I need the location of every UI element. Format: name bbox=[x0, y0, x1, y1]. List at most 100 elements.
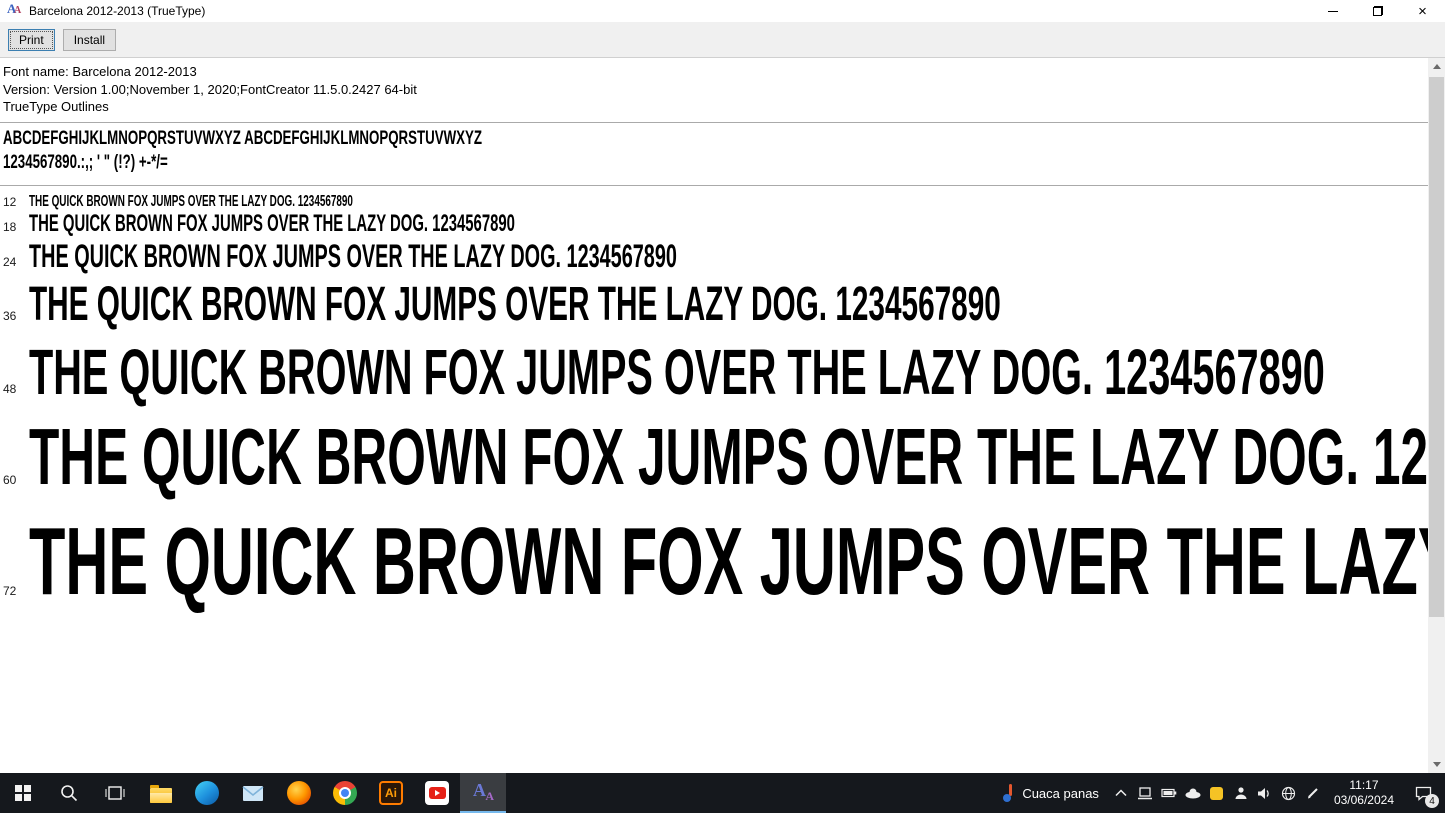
taskbar-app-file-explorer[interactable] bbox=[138, 773, 184, 813]
network-globe-icon bbox=[1281, 786, 1296, 801]
thermometer-icon bbox=[1003, 784, 1015, 802]
sample-size-label: 60 bbox=[3, 473, 29, 487]
firefox-icon bbox=[287, 781, 311, 805]
sample-text: THE QUICK BROWN FOX JUMPS OVER THE LAZY … bbox=[29, 193, 353, 211]
scroll-up-button[interactable] bbox=[1428, 58, 1445, 75]
vertical-scrollbar[interactable] bbox=[1428, 58, 1445, 773]
sample-text: THE QUICK BROWN FOX JUMPS OVER THE LAZY … bbox=[29, 239, 677, 274]
laptop-icon bbox=[1137, 787, 1153, 800]
sample-size-label: 48 bbox=[3, 382, 29, 396]
mail-icon bbox=[242, 785, 264, 802]
window-title: Barcelona 2012-2013 (TrueType) bbox=[29, 4, 205, 18]
tray-battery-icon[interactable] bbox=[1157, 773, 1181, 813]
clock-date: 03/06/2024 bbox=[1334, 793, 1394, 808]
tray-network-button[interactable] bbox=[1277, 773, 1301, 813]
sample-text: THE QUICK BROWN FOX JUMPS OVER THE LAZY … bbox=[29, 278, 1001, 331]
sample-row-24: 24 THE QUICK BROWN FOX JUMPS OVER THE LA… bbox=[3, 239, 1428, 274]
font-preview-area: Font name: Barcelona 2012-2013 Version: … bbox=[0, 58, 1428, 773]
clock-time: 11:17 bbox=[1349, 778, 1378, 793]
taskbar-app-youtube[interactable] bbox=[414, 773, 460, 813]
tray-contacts-icon[interactable] bbox=[1229, 773, 1253, 813]
sample-text: THE QUICK BROWN FOX JUMPS OVER THE LAZY … bbox=[29, 211, 515, 237]
weather-label: Cuaca panas bbox=[1022, 786, 1099, 801]
illustrator-icon: Ai bbox=[379, 781, 403, 805]
taskbar-app-edge[interactable] bbox=[184, 773, 230, 813]
taskbar-app-font-viewer-active[interactable]: AA bbox=[460, 773, 506, 813]
taskbar-clock[interactable]: 11:17 03/06/2024 bbox=[1325, 773, 1403, 813]
font-viewer-icon: AA bbox=[471, 780, 495, 804]
sample-text: THE QUICK BROWN FOX JUMPS OVER THE LAZY … bbox=[29, 413, 1428, 501]
minimize-icon bbox=[1328, 11, 1338, 12]
window-controls: × bbox=[1310, 0, 1445, 22]
windows-ink-pen-icon bbox=[1306, 786, 1320, 800]
battery-icon bbox=[1161, 788, 1177, 798]
yellow-app-icon bbox=[1210, 787, 1223, 800]
cloud-icon bbox=[1184, 787, 1202, 799]
youtube-icon bbox=[425, 781, 449, 805]
minimize-button[interactable] bbox=[1310, 0, 1355, 22]
taskbar-right: Cuaca panas bbox=[993, 773, 1445, 813]
scroll-down-button[interactable] bbox=[1428, 756, 1445, 773]
tray-cloud-icon[interactable] bbox=[1181, 773, 1205, 813]
tray-color-app-icon[interactable] bbox=[1205, 773, 1229, 813]
tray-pen-button[interactable] bbox=[1301, 773, 1325, 813]
file-explorer-icon bbox=[150, 788, 172, 803]
font-outline-line: TrueType Outlines bbox=[3, 98, 1428, 116]
sample-row-48: 48 THE QUICK BROWN FOX JUMPS OVER THE LA… bbox=[3, 337, 1428, 407]
close-button[interactable]: × bbox=[1400, 0, 1445, 22]
sample-size-label: 36 bbox=[3, 309, 29, 323]
task-view-button[interactable] bbox=[92, 773, 138, 813]
taskbar-app-mail[interactable] bbox=[230, 773, 276, 813]
show-hidden-icons-button[interactable] bbox=[1109, 773, 1133, 813]
sample-row-12: 12 THE QUICK BROWN FOX JUMPS OVER THE LA… bbox=[3, 193, 1428, 211]
restore-icon bbox=[1373, 6, 1383, 16]
size-samples: 12 THE QUICK BROWN FOX JUMPS OVER THE LA… bbox=[3, 186, 1428, 615]
font-viewer-window: AA Barcelona 2012-2013 (TrueType) × Prin… bbox=[0, 0, 1445, 813]
weather-widget[interactable]: Cuaca panas bbox=[993, 773, 1109, 813]
contacts-icon bbox=[1234, 786, 1248, 800]
toolbar: Print Install bbox=[0, 22, 1445, 58]
search-button[interactable] bbox=[46, 773, 92, 813]
scroll-up-icon bbox=[1433, 64, 1441, 69]
start-button[interactable] bbox=[0, 773, 46, 813]
action-center-button[interactable]: 4 bbox=[1403, 773, 1443, 813]
sample-text: THE QUICK BROWN FOX JUMPS OVER THE LAZY … bbox=[29, 509, 1428, 615]
sample-size-label: 72 bbox=[3, 584, 29, 598]
search-icon bbox=[59, 783, 79, 803]
notification-badge: 4 bbox=[1425, 794, 1439, 808]
chevron-up-icon bbox=[1115, 789, 1127, 797]
taskbar-app-firefox[interactable] bbox=[276, 773, 322, 813]
tray-laptop-icon[interactable] bbox=[1133, 773, 1157, 813]
sample-size-label: 24 bbox=[3, 255, 29, 269]
sample-row-18: 18 THE QUICK BROWN FOX JUMPS OVER THE LA… bbox=[3, 211, 1428, 237]
install-button[interactable]: Install bbox=[63, 29, 116, 51]
taskbar-app-chrome[interactable] bbox=[322, 773, 368, 813]
sample-text: THE QUICK BROWN FOX JUMPS OVER THE LAZY … bbox=[29, 337, 1325, 407]
sample-row-72: 72 THE QUICK BROWN FOX JUMPS OVER THE LA… bbox=[3, 509, 1428, 615]
windows-logo-icon bbox=[15, 785, 31, 801]
sample-row-60: 60 THE QUICK BROWN FOX JUMPS OVER THE LA… bbox=[3, 413, 1428, 501]
titlebar: AA Barcelona 2012-2013 (TrueType) × bbox=[0, 0, 1445, 22]
sample-size-label: 12 bbox=[3, 195, 29, 209]
edge-icon bbox=[195, 781, 219, 805]
charset-symbols: 1234567890.:,; ' " (!?) +-*/= bbox=[3, 151, 168, 175]
volume-icon bbox=[1257, 787, 1272, 800]
charset-block: ABCDEFGHIJKLMNOPQRSTUVWXYZ ABCDEFGHIJKLM… bbox=[3, 123, 1428, 179]
taskbar-app-illustrator[interactable]: Ai bbox=[368, 773, 414, 813]
font-file-icon: AA bbox=[7, 3, 23, 19]
restore-button[interactable] bbox=[1355, 0, 1400, 22]
task-view-icon bbox=[105, 784, 125, 802]
print-button[interactable]: Print bbox=[8, 29, 55, 51]
chrome-icon bbox=[333, 781, 357, 805]
charset-uppercase: ABCDEFGHIJKLMNOPQRSTUVWXYZ ABCDEFGHIJKLM… bbox=[3, 127, 482, 151]
scroll-down-icon bbox=[1433, 762, 1441, 767]
sample-size-label: 18 bbox=[3, 220, 29, 234]
taskbar: Ai AA Cuaca panas bbox=[0, 773, 1445, 813]
taskbar-left: Ai AA bbox=[0, 773, 506, 813]
font-name-line: Font name: Barcelona 2012-2013 bbox=[3, 63, 1428, 81]
sample-row-36: 36 THE QUICK BROWN FOX JUMPS OVER THE LA… bbox=[3, 278, 1428, 331]
scrollbar-thumb[interactable] bbox=[1429, 77, 1444, 617]
font-version-line: Version: Version 1.00;November 1, 2020;F… bbox=[3, 81, 1428, 99]
close-icon: × bbox=[1418, 4, 1427, 19]
tray-volume-button[interactable] bbox=[1253, 773, 1277, 813]
